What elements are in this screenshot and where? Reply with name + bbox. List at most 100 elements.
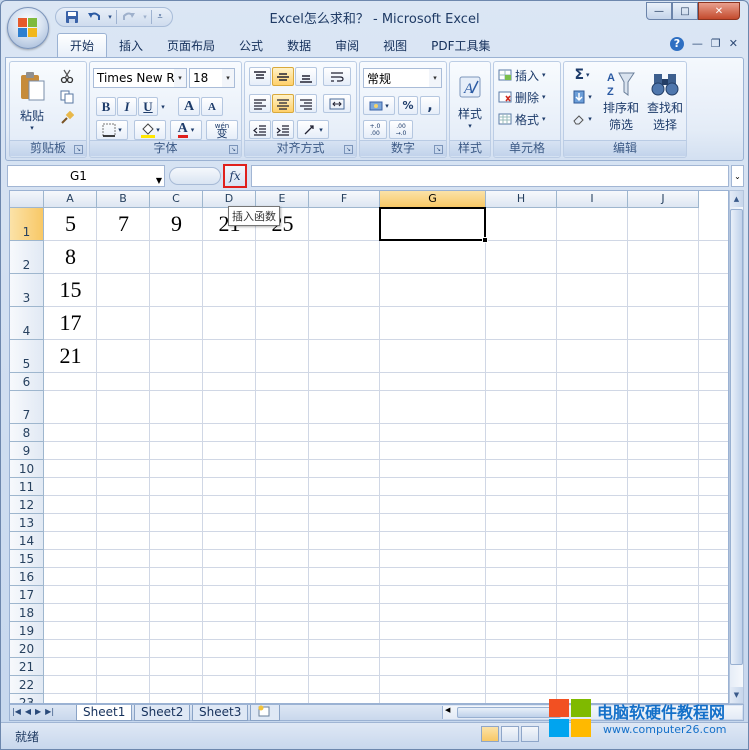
cell-a1[interactable]: 5 (44, 211, 97, 239)
cut-button[interactable] (56, 66, 78, 86)
tab-insert[interactable]: 插入 (107, 33, 155, 57)
underline-dropdown-icon[interactable]: ▾ (158, 97, 168, 116)
cell-a4[interactable]: 17 (44, 310, 97, 338)
increase-decimal-button[interactable]: +.0 .00 (363, 120, 387, 139)
font-size-dropdown-icon[interactable]: ▾ (222, 69, 234, 87)
align-top-button[interactable] (249, 67, 271, 86)
format-painter-button[interactable] (56, 108, 78, 128)
clipboard-dialog-launcher-icon[interactable]: ↘ (74, 145, 83, 154)
row-header-15[interactable]: 15 (10, 550, 44, 568)
phonetic-button[interactable]: wén 变 (206, 120, 238, 140)
find-select-button[interactable]: 查找和 选择 (644, 64, 686, 138)
merge-center-button[interactable] (323, 94, 351, 113)
column-header-g[interactable]: G (380, 191, 486, 208)
fill-color-button[interactable]: ▾ (134, 120, 166, 140)
cell-a5[interactable]: 21 (44, 343, 97, 371)
row-header-19[interactable]: 19 (10, 622, 44, 640)
column-header-a[interactable]: A (44, 191, 97, 208)
copy-button[interactable] (56, 87, 78, 107)
page-break-view-button[interactable] (521, 726, 539, 742)
font-size-combo[interactable]: 18 ▾ (189, 68, 235, 88)
text-direction-button[interactable]: ▾ (297, 120, 329, 139)
row-header-21[interactable]: 21 (10, 658, 44, 676)
column-header-i[interactable]: I (557, 191, 628, 208)
increase-indent-button[interactable] (272, 120, 294, 139)
insert-cells-button[interactable]: 插入 ▾ (497, 65, 559, 85)
row-header-20[interactable]: 20 (10, 640, 44, 658)
border-button[interactable]: ▾ (96, 120, 128, 140)
expand-formula-bar-icon[interactable]: ⌄ (731, 165, 744, 187)
fill-handle[interactable] (482, 237, 488, 243)
row-header-3[interactable]: 3 (10, 274, 44, 307)
align-middle-button[interactable] (272, 67, 294, 86)
last-sheet-icon[interactable]: ▶| (45, 707, 54, 716)
cell-c1[interactable]: 9 (150, 211, 203, 239)
alignment-dialog-launcher-icon[interactable]: ↘ (344, 145, 353, 154)
decrease-indent-button[interactable] (249, 120, 271, 139)
orientation-button[interactable] (323, 67, 351, 86)
shrink-font-button[interactable]: A (201, 97, 223, 116)
minimize-button[interactable]: — (646, 2, 672, 20)
tab-data[interactable]: 数据 (275, 33, 323, 57)
row-header-7[interactable]: 7 (10, 391, 44, 424)
comma-button[interactable]: , (420, 96, 440, 115)
cell-a3[interactable]: 15 (44, 277, 97, 305)
row-header-22[interactable]: 22 (10, 676, 44, 694)
cell-b1[interactable]: 7 (97, 211, 150, 239)
format-cells-button[interactable]: 格式 ▾ (497, 109, 559, 129)
row-header-2[interactable]: 2 (10, 241, 44, 274)
number-format-dropdown-icon[interactable]: ▾ (429, 69, 441, 87)
close-button[interactable]: ✕ (698, 2, 740, 20)
delete-cells-button[interactable]: 删除 ▾ (497, 87, 559, 107)
row-header-8[interactable]: 8 (10, 424, 44, 442)
office-button[interactable] (7, 7, 49, 49)
paste-button[interactable]: 粘贴 ▾ (12, 64, 52, 138)
font-name-dropdown-icon[interactable]: ▾ (174, 69, 186, 87)
font-name-combo[interactable]: Times New Roman ▾ (93, 68, 187, 88)
column-header-j[interactable]: J (628, 191, 699, 208)
styles-button[interactable]: A 样式 ▾ (452, 66, 488, 138)
fill-button[interactable]: ▾ (567, 87, 597, 107)
column-header-f[interactable]: F (309, 191, 380, 208)
formula-bar-resize-handle[interactable] (169, 167, 221, 185)
row-header-12[interactable]: 12 (10, 496, 44, 514)
clear-button[interactable]: ▾ (567, 109, 597, 129)
next-sheet-icon[interactable]: ▶ (35, 707, 41, 716)
column-header-b[interactable]: B (97, 191, 150, 208)
help-icon[interactable]: ? (669, 37, 684, 51)
name-box[interactable]: G1 ▼ (7, 165, 165, 187)
row-header-13[interactable]: 13 (10, 514, 44, 532)
align-bottom-button[interactable] (295, 67, 317, 86)
bold-button[interactable]: B (96, 97, 116, 116)
percent-button[interactable]: % (398, 96, 418, 115)
tab-home[interactable]: 开始 (57, 33, 108, 57)
italic-button[interactable]: I (117, 97, 137, 116)
row-header-10[interactable]: 10 (10, 460, 44, 478)
cell-a2[interactable]: 8 (44, 244, 97, 272)
tab-view[interactable]: 视图 (371, 33, 419, 57)
align-left-button[interactable] (249, 94, 271, 113)
name-box-dropdown-icon[interactable]: ▼ (156, 171, 162, 191)
align-right-button[interactable] (295, 94, 317, 113)
page-layout-view-button[interactable] (501, 726, 519, 742)
underline-button[interactable]: U (138, 97, 158, 116)
insert-function-button[interactable]: fx (223, 164, 247, 188)
tab-page-layout[interactable]: 页面布局 (155, 33, 227, 57)
number-dialog-launcher-icon[interactable]: ↘ (434, 145, 443, 154)
font-dialog-launcher-icon[interactable]: ↘ (229, 145, 238, 154)
row-header-23[interactable]: 23 (10, 694, 44, 703)
normal-view-button[interactable] (481, 726, 499, 742)
insert-sheet-icon[interactable] (250, 705, 280, 721)
row-header-16[interactable]: 16 (10, 568, 44, 586)
row-header-18[interactable]: 18 (10, 604, 44, 622)
select-all-corner[interactable] (10, 191, 44, 208)
row-header-5[interactable]: 5 (10, 340, 44, 373)
grow-font-button[interactable]: A (178, 97, 200, 116)
number-format-combo[interactable]: 常规 ▾ (363, 68, 442, 88)
sort-filter-button[interactable]: AZ 排序和 筛选 (600, 64, 642, 138)
autosum-button[interactable]: Σ ▾ (567, 65, 597, 85)
prev-sheet-icon[interactable]: ◀ (25, 707, 31, 716)
workbook-minimize-icon[interactable]: — (692, 37, 703, 51)
row-header-9[interactable]: 9 (10, 442, 44, 460)
row-header-11[interactable]: 11 (10, 478, 44, 496)
